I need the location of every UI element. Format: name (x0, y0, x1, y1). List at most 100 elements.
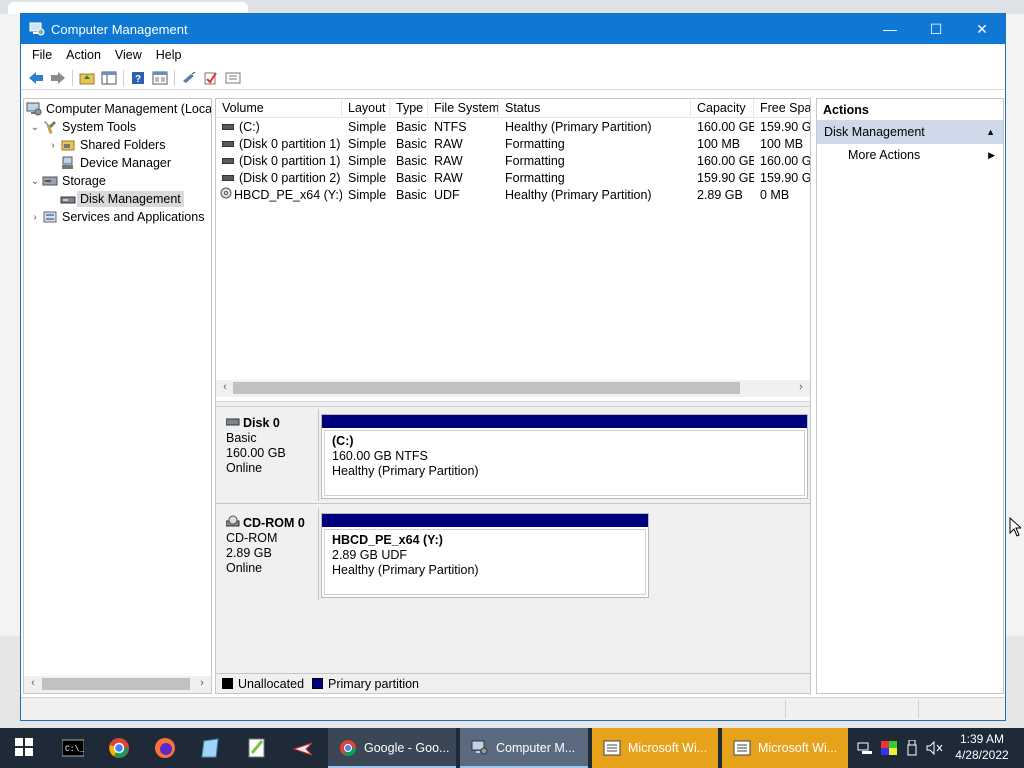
taskbar: C:\_ Google - Goo... Computer M... Micro… (0, 728, 1024, 768)
toolbar-separator (123, 69, 124, 86)
tree-label: Device Manager (80, 156, 172, 170)
firefox-icon[interactable] (142, 728, 188, 768)
taskbar-app-microsoft-1[interactable]: Microsoft Wi... (592, 728, 718, 768)
partition-c[interactable]: (C:) 160.00 GB NTFS Healthy (Primary Par… (321, 414, 808, 499)
terminal-icon[interactable]: C:\_ (50, 728, 96, 768)
tree-horizontal-scrollbar[interactable]: ‹ › (24, 676, 211, 693)
color-app-icon[interactable] (878, 728, 900, 768)
volume-row[interactable]: (Disk 0 partition 2) Simple Basic RAW Fo… (216, 170, 810, 187)
maximize-button[interactable]: ☐ (913, 14, 959, 44)
notepadpp-icon[interactable] (234, 728, 280, 768)
list-icon[interactable] (222, 68, 244, 88)
expand-chevron-icon[interactable]: › (46, 140, 60, 151)
cdrom-0-label[interactable]: CD-ROM 0 CD-ROM 2.89 GB Online (216, 508, 319, 600)
legend-primary: Primary partition (312, 677, 419, 691)
forward-icon[interactable] (47, 68, 69, 88)
volume-row[interactable]: (C:) Simple Basic NTFS Healthy (Primary … (216, 119, 810, 136)
column-type[interactable]: Type (390, 99, 428, 118)
volume-row[interactable]: (Disk 0 partition 1) Simple Basic RAW Fo… (216, 136, 810, 153)
tree-label: Disk Management (77, 191, 184, 207)
collapse-triangle-icon[interactable]: ▲ (986, 121, 995, 144)
close-button[interactable]: ✕ (959, 14, 1005, 44)
scroll-left-icon[interactable]: ‹ (26, 677, 40, 689)
actions-section-disk-management[interactable]: Disk Management ▲ (817, 121, 1003, 144)
up-folder-icon[interactable] (76, 68, 98, 88)
tree-item-services-applications[interactable]: › Services and Applications (28, 208, 204, 226)
volume-row[interactable]: (Disk 0 partition 1) Simple Basic RAW Fo… (216, 153, 810, 170)
disk-separator (216, 503, 810, 504)
partition-size: 2.89 GB UDF (332, 548, 408, 562)
action-label: More Actions (848, 148, 921, 162)
scroll-right-icon[interactable]: › (195, 677, 209, 689)
volume-name: (Disk 0 partition 1) (239, 154, 341, 168)
menu-file[interactable]: File (25, 48, 59, 62)
volume-status: Healthy (Primary Partition) (505, 120, 652, 134)
toolbar-separator (72, 69, 73, 86)
show-hide-tree-icon[interactable] (98, 68, 120, 88)
flight-icon[interactable] (280, 728, 326, 768)
volume-capacity: 159.90 GB (697, 171, 754, 185)
shared-folder-icon (60, 137, 76, 153)
submenu-triangle-icon: ▶ (988, 150, 995, 160)
tree-item-device-manager[interactable]: Device Manager (46, 154, 171, 172)
disk-0-label[interactable]: Disk 0 Basic 160.00 GB Online (216, 409, 319, 501)
volume-list-horizontal-scrollbar[interactable]: ‹ › (216, 380, 810, 397)
volume-file-system: UDF (434, 188, 460, 202)
volume-capacity: 100 MB (697, 137, 741, 151)
status-cell (785, 700, 786, 718)
column-status[interactable]: Status (499, 99, 691, 118)
background-browser-tabs (0, 0, 1024, 14)
network-icon[interactable] (854, 728, 876, 768)
column-layout[interactable]: Layout (342, 99, 390, 118)
volume-type: Basic (396, 188, 427, 202)
minimize-button[interactable]: — (867, 14, 913, 44)
volume-muted-icon[interactable] (924, 728, 946, 768)
volume-layout: Simple (348, 188, 387, 202)
volume-type: Basic (396, 171, 427, 185)
expand-chevron-icon[interactable]: › (28, 212, 42, 223)
taskbar-app-label: Google - Goo... (364, 741, 450, 755)
device-manager-icon (60, 155, 76, 171)
scrollbar-thumb[interactable] (233, 382, 740, 394)
taskbar-app-label: Computer M... (496, 741, 576, 755)
volume-layout: Simple (348, 137, 387, 151)
scrollbar-thumb[interactable] (42, 678, 190, 690)
tree-item-storage[interactable]: ⌄ Storage (28, 172, 106, 190)
taskbar-app-microsoft-2[interactable]: Microsoft Wi... (722, 728, 848, 768)
partition-y[interactable]: HBCD_PE_x64 (Y:) 2.89 GB UDF Healthy (Pr… (321, 513, 649, 598)
notepad-icon[interactable] (188, 728, 234, 768)
tree-item-computer-management[interactable]: Computer Management (Local (26, 100, 211, 118)
tree-item-disk-management[interactable]: Disk Management (46, 190, 184, 208)
connect-icon[interactable] (178, 68, 200, 88)
volume-capacity: 160.00 GB (697, 154, 754, 168)
system-clock[interactable]: 1:39 AM 4/28/2022 (952, 731, 1012, 763)
scroll-right-icon[interactable]: › (794, 381, 808, 393)
taskbar-app-chrome[interactable]: Google - Goo... (328, 728, 456, 768)
usb-drive-icon[interactable] (902, 728, 922, 768)
volume-icon (222, 140, 234, 147)
more-actions-item[interactable]: More Actions ▶ (817, 144, 1003, 166)
start-button[interactable] (0, 728, 48, 768)
properties-icon[interactable] (149, 68, 171, 88)
check-icon[interactable] (200, 68, 222, 88)
scroll-left-icon[interactable]: ‹ (218, 381, 232, 393)
column-free-space[interactable]: Free Spac (754, 99, 810, 118)
menu-action[interactable]: Action (59, 48, 108, 62)
volume-row[interactable]: HBCD_PE_x64 (Y:) Simple Basic UDF Health… (216, 187, 810, 204)
tools-icon (42, 119, 58, 135)
title-bar[interactable]: Computer Management — ☐ ✕ (21, 14, 1005, 44)
tree-item-shared-folders[interactable]: › Shared Folders (46, 136, 165, 154)
menu-view[interactable]: View (108, 48, 149, 62)
menu-help[interactable]: Help (149, 48, 189, 62)
tree-item-system-tools[interactable]: ⌄ System Tools (28, 118, 136, 136)
column-capacity[interactable]: Capacity (691, 99, 754, 118)
help-icon[interactable]: ? (127, 68, 149, 88)
volume-capacity: 2.89 GB (697, 188, 743, 202)
chrome-icon[interactable] (96, 728, 142, 768)
back-icon[interactable] (25, 68, 47, 88)
collapse-chevron-icon[interactable]: ⌄ (28, 122, 42, 133)
taskbar-app-computer-management[interactable]: Computer M... (460, 728, 588, 768)
column-file-system[interactable]: File System (428, 99, 499, 118)
collapse-chevron-icon[interactable]: ⌄ (28, 176, 42, 187)
column-volume[interactable]: Volume (216, 99, 342, 118)
